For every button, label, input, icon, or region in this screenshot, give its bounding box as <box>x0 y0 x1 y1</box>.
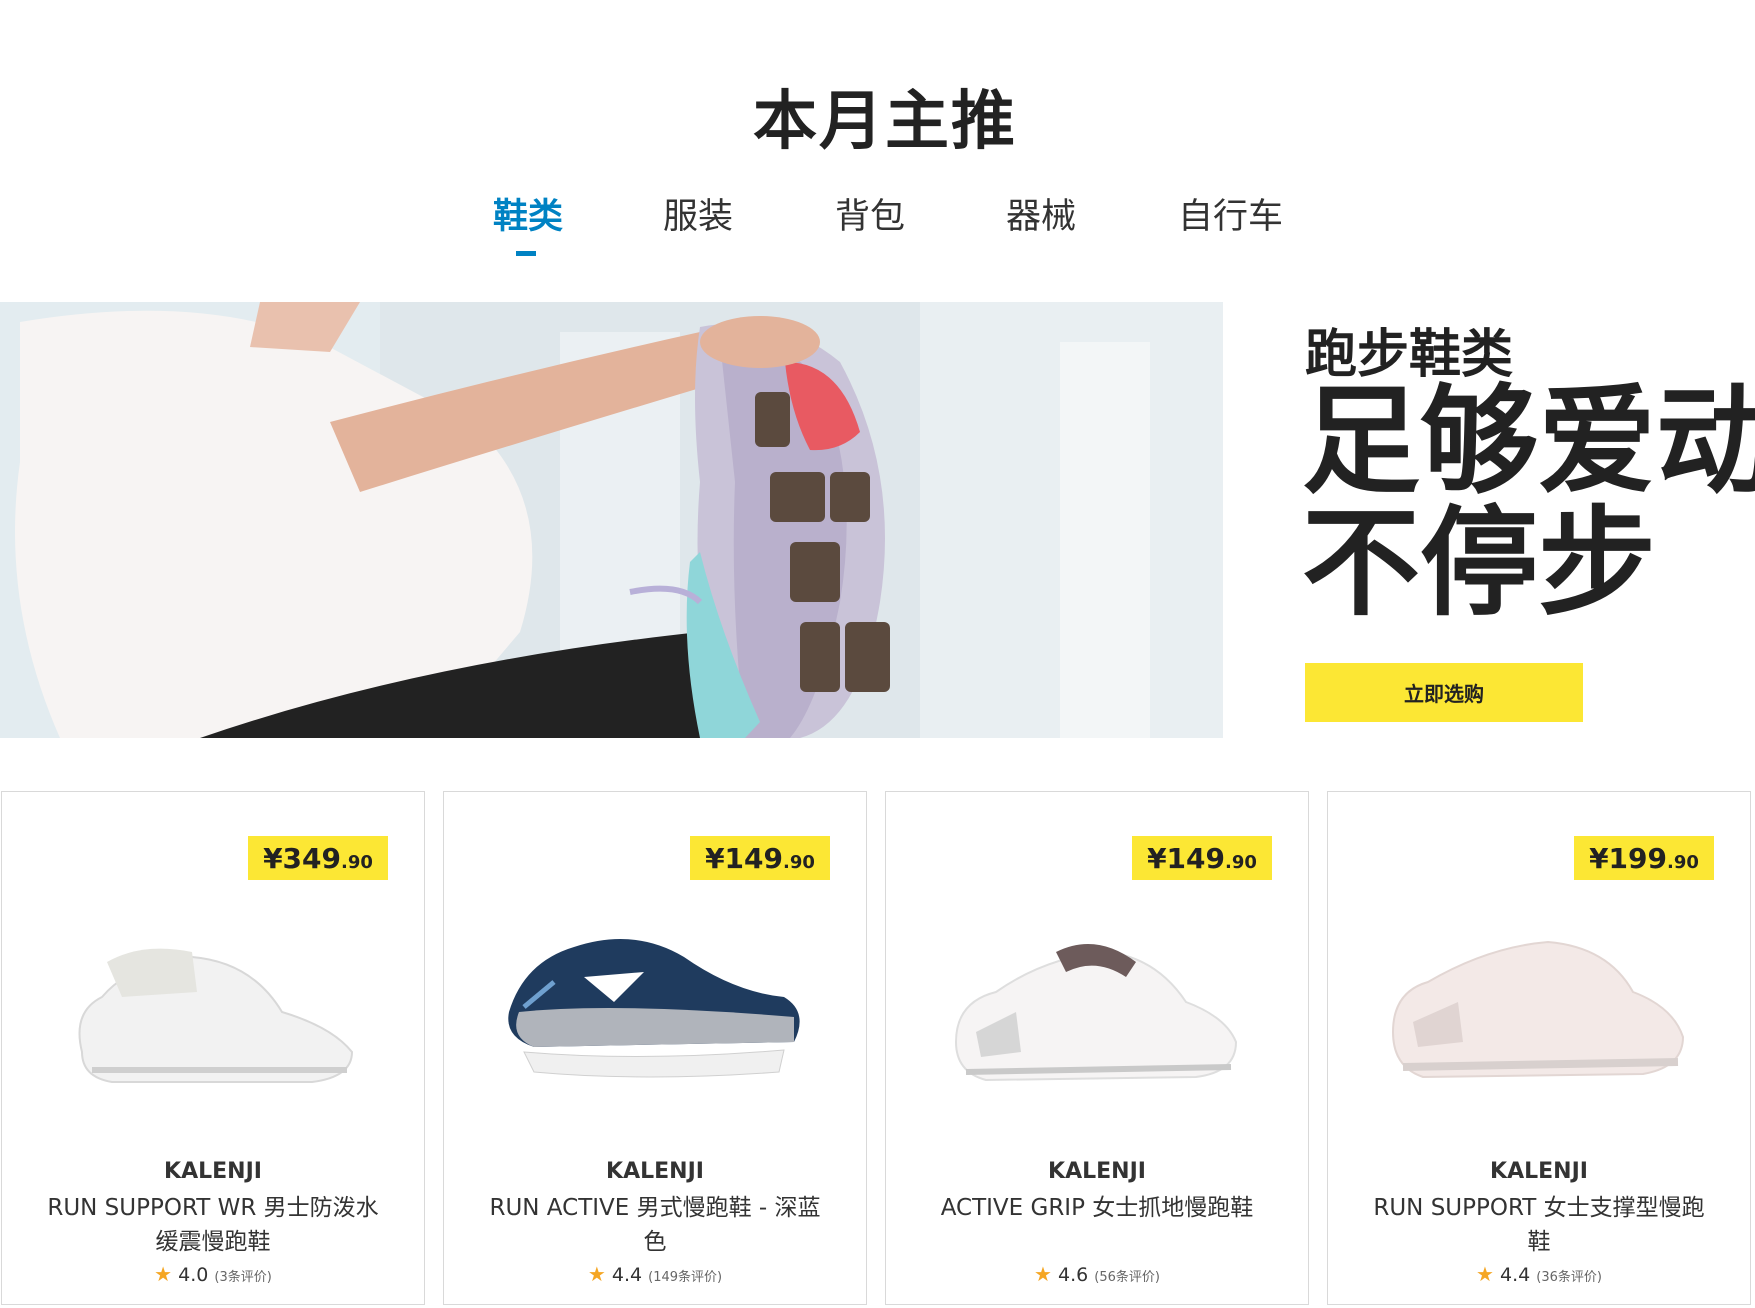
review-count[interactable]: (3条评价) <box>214 1270 271 1285</box>
product-card[interactable]: ¥199 .90 KALENJI RUN SUPPORT 女士支撑型慢跑鞋 ★ … <box>1327 791 1751 1305</box>
category-tabs: 鞋类 服装 背包 器械 自行车 <box>0 188 1755 258</box>
product-card[interactable]: ¥149 .90 KALENJI ACTIVE GRIP 女士抓地慢跑鞋 ★ 4… <box>885 791 1309 1305</box>
product-name[interactable]: RUN SUPPORT WR 男士防泼水缓震慢跑鞋 <box>42 1191 384 1259</box>
tab-bags[interactable]: 背包 <box>835 188 905 239</box>
star-icon: ★ <box>587 1262 606 1286</box>
review-count[interactable]: (56条评价) <box>1094 1270 1160 1285</box>
tab-equipment[interactable]: 器械 <box>1006 188 1076 239</box>
shoe-image[interactable] <box>936 902 1256 1102</box>
hero-banner-image[interactable] <box>0 302 1223 738</box>
star-icon: ★ <box>154 1262 173 1286</box>
tab-apparel[interactable]: 服装 <box>663 188 733 239</box>
shoe-image[interactable] <box>1378 902 1698 1102</box>
price-tag: ¥199 .90 <box>1574 836 1714 880</box>
product-rating: ★ 4.6 (56条评价) <box>886 1262 1308 1286</box>
tab-bikes[interactable]: 自行车 <box>1178 188 1283 239</box>
product-rating: ★ 4.0 (3条评价) <box>2 1262 424 1286</box>
product-rating: ★ 4.4 (149条评价) <box>444 1262 866 1286</box>
price-main: ¥149 <box>1147 842 1226 875</box>
price-decimal: .90 <box>1667 852 1699 873</box>
review-count[interactable]: (36条评价) <box>1536 1270 1602 1285</box>
product-name[interactable]: RUN SUPPORT 女士支撑型慢跑鞋 <box>1368 1191 1710 1259</box>
product-brand: KALENJI <box>164 1159 262 1184</box>
price-tag: ¥149 .90 <box>690 836 830 880</box>
hero-headline: 足够爱动 不停步 <box>1302 380 1755 624</box>
product-name[interactable]: ACTIVE GRIP 女士抓地慢跑鞋 <box>926 1191 1268 1225</box>
rating-value: 4.0 <box>178 1264 209 1286</box>
price-decimal: .90 <box>1225 852 1257 873</box>
page-title: 本月主推 <box>753 85 1017 159</box>
price-decimal: .90 <box>341 852 373 873</box>
tab-shoes[interactable]: 鞋类 <box>493 188 563 239</box>
hero-headline-line1: 足够爱动 <box>1302 372 1755 510</box>
shop-now-button[interactable]: 立即选购 <box>1305 663 1583 722</box>
price-main: ¥349 <box>263 842 342 875</box>
review-count[interactable]: (149条评价) <box>648 1270 722 1285</box>
product-card[interactable]: ¥149 .90 KALENJI RUN ACTIVE 男式慢跑鞋 - 深蓝色 … <box>443 791 867 1305</box>
hero-headline-line2: 不停步 <box>1302 494 1657 632</box>
rating-value: 4.4 <box>1500 1264 1531 1286</box>
rating-value: 4.6 <box>1058 1264 1089 1286</box>
product-brand: KALENJI <box>1048 1159 1146 1184</box>
product-brand: KALENJI <box>1490 1159 1588 1184</box>
product-rating: ★ 4.4 (36条评价) <box>1328 1262 1750 1286</box>
star-icon: ★ <box>1476 1262 1494 1286</box>
rating-value: 4.4 <box>611 1264 643 1286</box>
price-tag: ¥349 .90 <box>248 836 388 880</box>
price-main: ¥199 <box>1589 842 1668 875</box>
active-tab-indicator <box>516 251 536 256</box>
product-brand: KALENJI <box>606 1159 704 1184</box>
price-tag: ¥149 .90 <box>1132 836 1272 880</box>
shoe-image[interactable] <box>494 902 814 1102</box>
shoe-image[interactable] <box>52 902 372 1102</box>
star-icon: ★ <box>1034 1262 1052 1286</box>
product-name[interactable]: RUN ACTIVE 男式慢跑鞋 - 深蓝色 <box>484 1191 826 1259</box>
product-card[interactable]: ¥349 .90 KALENJI RUN SUPPORT WR 男士防泼水缓震慢… <box>1 791 425 1305</box>
price-main: ¥149 <box>705 842 784 875</box>
price-decimal: .90 <box>783 852 815 873</box>
runner-stretching-illustration <box>0 302 1223 738</box>
